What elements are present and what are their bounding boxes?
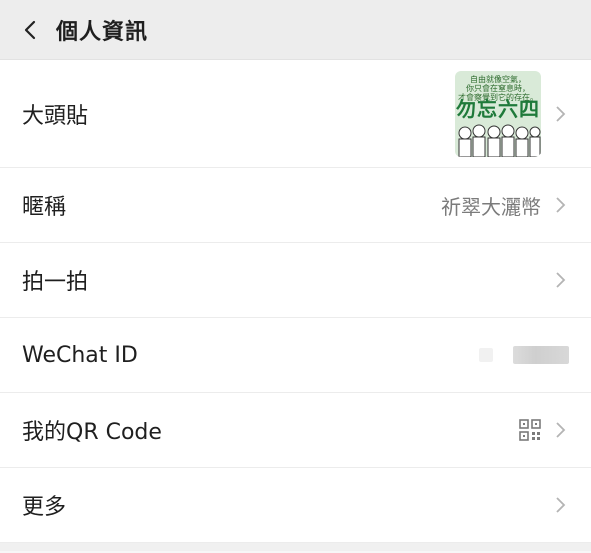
- chevron-right-icon: [555, 420, 569, 440]
- wechat-id-value-redacted: [479, 346, 569, 364]
- row-label: 暱稱: [22, 195, 67, 220]
- header-bar: 個人資訊: [0, 0, 591, 60]
- bottom-divider: [0, 543, 591, 551]
- row-pat[interactable]: 拍一拍: [0, 243, 591, 318]
- row-qr-code[interactable]: 我的QR Code: [0, 393, 591, 468]
- row-more[interactable]: 更多: [0, 468, 591, 543]
- crowd-illustration-icon: [458, 124, 541, 157]
- redaction-block: [513, 346, 569, 364]
- row-avatar[interactable]: 大頭貼 自由就像空氣， 你只會在窒息時， 才會察覺到它的存在。 勿忘六四: [0, 60, 591, 168]
- row-label: 更多: [22, 495, 67, 520]
- row-nickname[interactable]: 暱稱 祈翠大灑幣: [0, 168, 591, 243]
- row-label: WeChat ID: [22, 342, 138, 368]
- row-right: [555, 495, 569, 515]
- chevron-right-icon: [555, 495, 569, 515]
- row-wechat-id[interactable]: WeChat ID: [0, 318, 591, 393]
- row-label: 我的QR Code: [22, 420, 162, 445]
- row-right: [555, 270, 569, 290]
- chevron-right-icon: [555, 195, 569, 215]
- row-right: [519, 419, 569, 441]
- row-label: 拍一拍: [22, 270, 89, 295]
- page-title: 個人資訊: [56, 19, 149, 45]
- qr-code-icon: [519, 419, 541, 441]
- chevron-right-icon: [555, 104, 569, 124]
- chevron-left-icon: [24, 20, 36, 39]
- redaction-block: [479, 348, 493, 362]
- avatar[interactable]: 自由就像空氣， 你只會在窒息時， 才會察覺到它的存在。 勿忘六四: [455, 70, 541, 157]
- row-label: 大頭貼: [22, 103, 89, 129]
- profile-list: 大頭貼 自由就像空氣， 你只會在窒息時， 才會察覺到它的存在。 勿忘六四 暱稱 …: [0, 60, 591, 543]
- chevron-right-icon: [555, 270, 569, 290]
- row-right: 自由就像空氣， 你只會在窒息時， 才會察覺到它的存在。 勿忘六四: [455, 70, 569, 157]
- row-right: 祈翠大灑幣: [441, 191, 569, 220]
- back-button[interactable]: [22, 20, 38, 39]
- nickname-value: 祈翠大灑幣: [441, 194, 541, 219]
